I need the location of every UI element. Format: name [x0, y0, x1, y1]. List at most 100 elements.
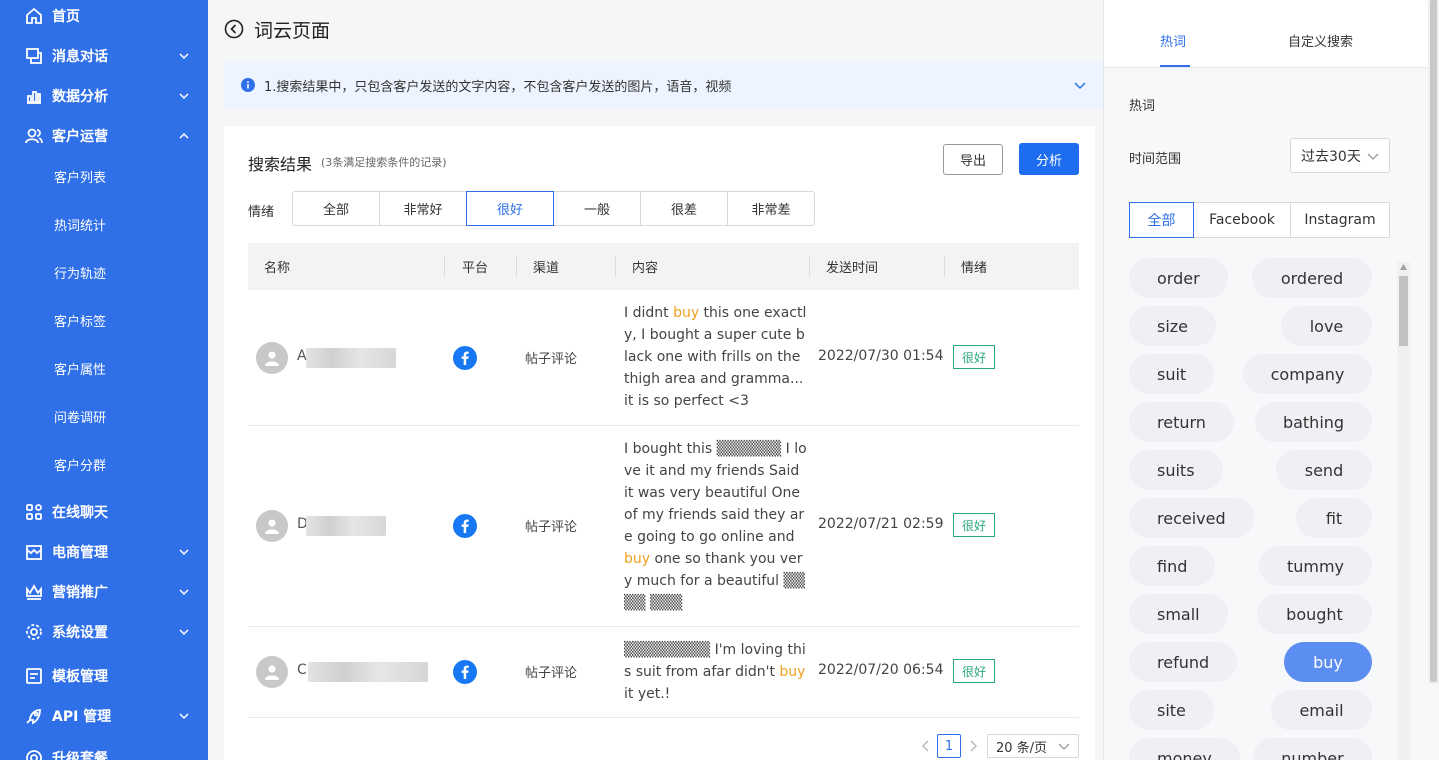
chevron-left-icon[interactable]: [921, 740, 931, 752]
sidebar-item-api[interactable]: API 管理: [0, 696, 208, 736]
hotword-chip[interactable]: order: [1129, 258, 1228, 298]
user-icon: [265, 351, 279, 366]
sidebar-subitem-customer-tags[interactable]: 客户标签: [54, 300, 106, 340]
sidebar-item-templates[interactable]: 模板管理: [0, 656, 208, 696]
chevron-up-icon: [179, 132, 189, 139]
avatar: [256, 656, 288, 688]
platform-option-all[interactable]: 全部: [1129, 202, 1194, 238]
hotword-chip[interactable]: love: [1281, 306, 1372, 346]
crown-icon: [23, 581, 45, 603]
mood-option-very-bad[interactable]: 非常差: [727, 191, 815, 226]
mood-option-all[interactable]: 全部: [292, 191, 380, 226]
redacted-name: [306, 348, 396, 368]
hotword-chip[interactable]: size: [1129, 306, 1217, 346]
time-range-select[interactable]: 过去30天: [1290, 138, 1390, 173]
hotword-chip[interactable]: suits: [1129, 450, 1223, 490]
hotword-chip[interactable]: site: [1129, 690, 1214, 730]
hotword-chip[interactable]: refund: [1129, 642, 1238, 682]
chevron-down-icon[interactable]: [1073, 78, 1087, 92]
mood-option-good[interactable]: 很好: [466, 191, 554, 226]
scrollbar-thumb[interactable]: [1430, 0, 1437, 682]
hotword-chip[interactable]: bought: [1257, 594, 1372, 634]
column-header-mood: 情绪: [961, 261, 988, 276]
column-header-time: 发送时间: [826, 261, 879, 276]
channel-text: 帖子评论: [525, 352, 578, 367]
main-content: 词云页面 1.搜索结果中，只包含客户发送的文字内容，不包含客户发送的图片，语音，…: [208, 0, 1103, 760]
sidebar-subitem-survey[interactable]: 问卷调研: [54, 396, 106, 436]
hotword-panel: 热词 自定义搜索 热词 时间范围 过去30天 全部 Facebook Insta…: [1103, 0, 1439, 760]
avatar: [256, 510, 288, 542]
tab-hotwords[interactable]: 热词: [1160, 31, 1186, 50]
sidebar-subitem-segments[interactable]: 客户分群: [54, 444, 106, 484]
hotword-chip[interactable]: small: [1129, 594, 1228, 634]
table-row[interactable]: A 帖子评论 I didnt buy this one exactly, I b…: [248, 290, 1079, 426]
back-icon[interactable]: [224, 19, 244, 39]
sidebar-item-live-chat[interactable]: 在线聊天: [0, 492, 208, 532]
mood-option-bad[interactable]: 很差: [640, 191, 728, 226]
table-row[interactable]: D 帖子评论 I bought this ▒▒▒▒▒▒ I love it an…: [248, 426, 1079, 627]
platform-option-instagram[interactable]: Instagram: [1290, 202, 1390, 238]
time-range-value: 过去30天: [1301, 148, 1361, 165]
column-divider: [944, 256, 945, 277]
hotword-chip[interactable]: suit: [1129, 354, 1215, 394]
mood-option-neutral[interactable]: 一般: [553, 191, 641, 226]
time-range-label: 时间范围: [1129, 152, 1182, 167]
sidebar-subitem-customer-list[interactable]: 客户列表: [54, 156, 106, 196]
hotword-chip-active[interactable]: buy: [1284, 642, 1372, 682]
column-header-name: 名称: [264, 261, 291, 276]
sidebar-item-customer-ops[interactable]: 客户运营: [0, 116, 208, 156]
sidebar-item-analytics[interactable]: 数据分析: [0, 76, 208, 116]
template-icon: [23, 665, 45, 687]
hotword-chip[interactable]: number: [1253, 738, 1372, 760]
sidebar-subitem-behavior-track[interactable]: 行为轨迹: [54, 252, 106, 292]
sidebar-item-settings[interactable]: 系统设置: [0, 612, 208, 652]
hotword-chip[interactable]: email: [1271, 690, 1372, 730]
hotword-chip[interactable]: ordered: [1252, 258, 1372, 298]
hotword-chip[interactable]: return: [1129, 402, 1234, 442]
page-number[interactable]: 1: [937, 734, 961, 758]
users-icon: [23, 125, 45, 147]
export-button[interactable]: 导出: [943, 144, 1003, 175]
chevron-down-icon: [1058, 743, 1070, 750]
sidebar-item-label: 客户运营: [52, 129, 108, 145]
sidebar-item-label: 数据分析: [52, 89, 108, 105]
hotword-chip[interactable]: send: [1276, 450, 1372, 490]
platform-option-facebook[interactable]: Facebook: [1193, 202, 1291, 238]
page-scrollbar[interactable]: [1428, 0, 1439, 684]
content-text: it yet.!: [624, 686, 671, 702]
scroll-up-icon[interactable]: [1400, 264, 1407, 270]
mood-option-very-good[interactable]: 非常好: [379, 191, 467, 226]
hotword-chip[interactable]: find: [1129, 546, 1216, 586]
hotword-scrollbar[interactable]: [1397, 262, 1410, 760]
send-time: 2022/07/20 06:54: [818, 662, 944, 678]
sidebar-item-upgrade[interactable]: 升级套餐: [0, 738, 208, 760]
hotword-chip[interactable]: received: [1129, 498, 1254, 538]
tab-custom-search[interactable]: 自定义搜索: [1288, 31, 1353, 50]
notice-banner: 1.搜索结果中，只包含客户发送的文字内容，不包含客户发送的图片，语音，视频: [224, 62, 1103, 108]
scrollbar-thumb[interactable]: [1399, 276, 1408, 346]
hotword-chip[interactable]: company: [1243, 354, 1372, 394]
hotword-chip[interactable]: tummy: [1259, 546, 1372, 586]
table-row[interactable]: C 帖子评论 ▒▒▒▒▒▒▒▒ I'm loving this suit fro…: [248, 627, 1079, 718]
column-header-content: 内容: [632, 261, 659, 276]
hotword-chip[interactable]: money: [1129, 738, 1240, 760]
sidebar-item-label: 营销推广: [52, 585, 108, 601]
sidebar-subitem-customer-attrs[interactable]: 客户属性: [54, 348, 106, 388]
chevron-right-icon[interactable]: [968, 740, 978, 752]
customer-name: C: [297, 662, 307, 678]
sidebar-item-home[interactable]: 首页: [0, 0, 208, 36]
page-size-select[interactable]: 20 条/页: [987, 734, 1079, 758]
sidebar-item-messages[interactable]: 消息对话: [0, 36, 208, 76]
hotword-chip[interactable]: fit: [1296, 498, 1372, 538]
channel-text: 帖子评论: [525, 520, 578, 535]
hotword-chip[interactable]: bathing: [1255, 402, 1372, 442]
analyze-button[interactable]: 分析: [1019, 143, 1079, 175]
home-icon: [23, 5, 45, 27]
message-icon: [23, 45, 45, 67]
sidebar-item-label: 系统设置: [52, 625, 108, 641]
chevron-down-icon: [179, 589, 189, 596]
sidebar-subitem-hotword-stats[interactable]: 热词统计: [54, 204, 106, 244]
column-header-platform: 平台: [462, 261, 489, 276]
sidebar-item-ecommerce[interactable]: 电商管理: [0, 532, 208, 572]
sidebar-item-marketing[interactable]: 营销推广: [0, 572, 208, 612]
